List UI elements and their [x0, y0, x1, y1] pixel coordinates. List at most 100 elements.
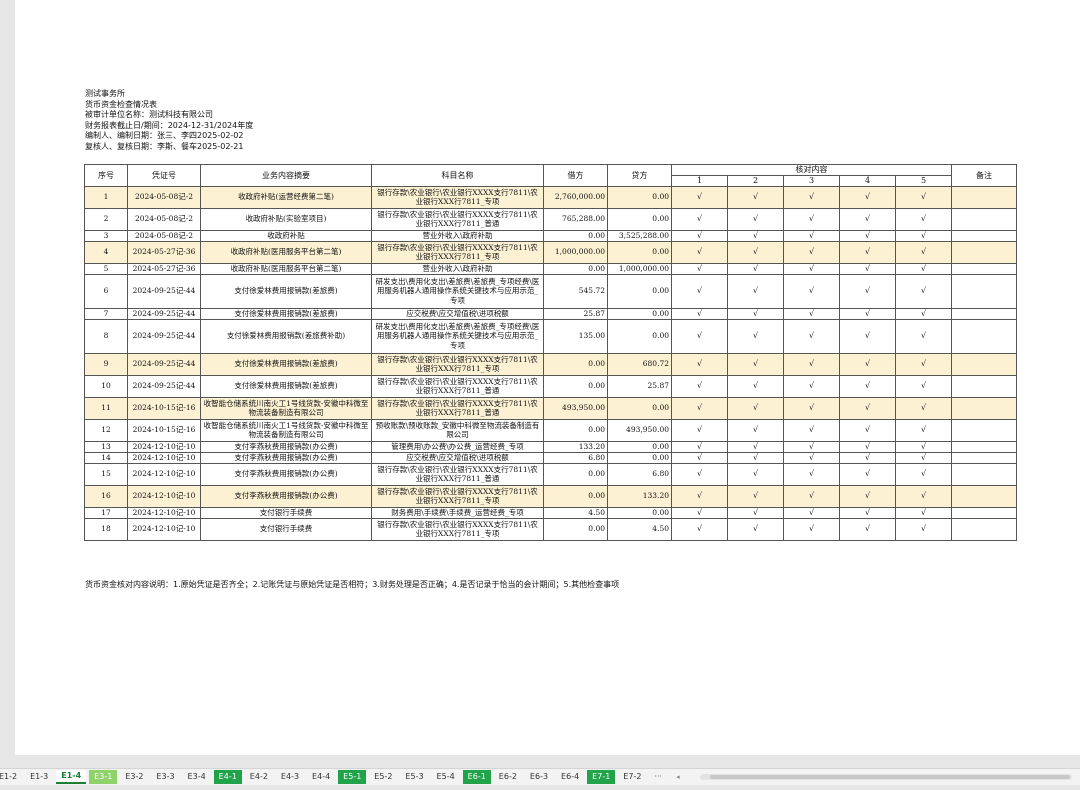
sheet-tab[interactable]: E3-4 — [183, 770, 211, 784]
row-summary: 支付李燕秋费用报销款(办公费) — [200, 484, 372, 508]
prepared-by: 编制人、编制日期：张三、李四2025-02-02 — [85, 131, 244, 141]
check-mark-cell: √ — [727, 273, 784, 309]
check-mark-cell: √ — [727, 517, 784, 541]
row-debit: 4.50 — [543, 506, 608, 519]
row-summary: 支付李燕秋费用报销款(办公费) — [200, 462, 372, 486]
check-mark-cell: √ — [839, 484, 896, 508]
row-voucher: 2024-09-25记-44 — [127, 307, 201, 320]
check-mark-cell: √ — [671, 262, 728, 275]
row-remark — [951, 207, 1018, 231]
row-summary: 收政府补贴(运营经费第二笔) — [200, 185, 372, 209]
scrollbar-thumb[interactable] — [709, 775, 1070, 779]
header-remark: 备注 — [951, 164, 1018, 187]
sheet-tab[interactable]: E1-3 — [25, 770, 53, 784]
sheet-tab[interactable]: E3-2 — [120, 770, 148, 784]
sheet-tab[interactable]: E7-2 — [618, 770, 646, 784]
sheet-tab[interactable]: E1-4 — [56, 770, 87, 784]
check-mark-cell: √ — [727, 229, 784, 242]
check-mark-cell: √ — [839, 307, 896, 320]
check-mark-cell: √ — [839, 440, 896, 453]
row-credit: 4.50 — [607, 517, 672, 541]
sheet-tab[interactable]: E4-4 — [307, 770, 335, 784]
sheet-tab[interactable]: E7-1 — [587, 770, 616, 784]
row-remark — [951, 352, 1018, 376]
check-mark-cell: √ — [839, 273, 896, 309]
check-mark-cell: √ — [727, 240, 784, 264]
row-voucher: 2024-09-25记-44 — [127, 273, 201, 309]
row-credit: 6.80 — [607, 462, 672, 486]
sheet-tab[interactable]: E6-1 — [462, 770, 491, 784]
check-mark-cell: √ — [727, 462, 784, 486]
row-voucher: 2024-09-25记-44 — [127, 374, 201, 398]
row-debit: 6.80 — [543, 451, 608, 464]
sheet-tab[interactable]: E3-1 — [89, 770, 118, 784]
row-seq: 18 — [84, 517, 128, 541]
check-mark-cell: √ — [727, 374, 784, 398]
sheet-tab[interactable]: E3-3 — [151, 770, 179, 784]
sheet-tab[interactable]: E4-3 — [276, 770, 304, 784]
sheet-tab[interactable]: E5-2 — [369, 770, 397, 784]
check-mark-cell: √ — [671, 185, 728, 209]
row-seq: 10 — [84, 374, 128, 398]
more-tabs-button[interactable]: ··· — [649, 770, 667, 784]
sheet-tab[interactable]: E5-3 — [400, 770, 428, 784]
check-mark-cell: √ — [839, 451, 896, 464]
check-mark-cell: √ — [671, 451, 728, 464]
row-remark — [951, 418, 1018, 442]
row-account: 银行存款\农业银行\农业银行XXXX支行7811\农业银行XXX行7811_普通 — [371, 207, 544, 231]
row-remark — [951, 517, 1018, 541]
row-account: 银行存款\农业银行\农业银行XXXX支行7811\农业银行XXX行7811_普通 — [371, 374, 544, 398]
row-voucher: 2024-05-08记-2 — [127, 207, 201, 231]
row-remark — [951, 240, 1018, 264]
row-credit: 0.00 — [607, 307, 672, 320]
check-mark-cell: √ — [839, 185, 896, 209]
sheet-tab[interactable]: E5-1 — [338, 770, 367, 784]
sheet-tab[interactable]: E6-3 — [525, 770, 553, 784]
check-mark-cell: √ — [727, 352, 784, 376]
table-row: 12 2024-10-15记-16 收智能仓储系统川南火工1号线货款-安徽中科微至物… — [84, 418, 1018, 442]
row-summary: 收政府补贴(实验室项目) — [200, 207, 372, 231]
horizontal-scrollbar[interactable] — [699, 774, 1072, 780]
sheet-tab[interactable]: E4-2 — [245, 770, 273, 784]
table-row: 17 2024-12-10记-10 支付银行手续费 财务费用\手续费\手续费_运营经费… — [84, 506, 1018, 519]
check-mark-cell: √ — [894, 262, 953, 275]
check-mark-cell: √ — [894, 240, 953, 264]
row-debit: 0.00 — [543, 462, 608, 486]
check-mark-cell: √ — [894, 185, 953, 209]
row-remark — [951, 185, 1018, 209]
check-mark-cell: √ — [839, 396, 896, 420]
row-account: 研发支出\费用化支出\差旅费\差旅费_专项经费\医用服务机器人通用操作系统关键技… — [371, 273, 544, 309]
sheet-tab[interactable]: E6-4 — [556, 770, 584, 784]
sheet-tab[interactable]: E1-2 — [0, 770, 22, 784]
scroll-left-icon[interactable]: ◂ — [676, 773, 680, 781]
row-seq: 5 — [84, 262, 128, 275]
row-debit: 765,288.00 — [543, 207, 608, 231]
sheet-tab[interactable]: E6-2 — [494, 770, 522, 784]
row-summary: 支付徐爱林费用报销款(差旅费补助) — [200, 318, 372, 354]
sheet-tab[interactable]: E4-1 — [213, 770, 242, 784]
sheet-tab[interactable]: E5-4 — [432, 770, 460, 784]
row-seq: 12 — [84, 418, 128, 442]
row-summary: 支付李燕秋费用报销款(办公费) — [200, 451, 372, 464]
sheet-tabs: E1-2 E1-3 E1-4 E3-1 E3-2 E3-3 E3-4 E4-1 E4-2 E4-3… — [0, 770, 649, 784]
check-mark-cell: √ — [894, 207, 953, 231]
row-account: 银行存款\农业银行\农业银行XXXX支行7811\农业银行XXX行7811_专项 — [371, 240, 544, 264]
report-title: 货币资金检查情况表 — [85, 99, 157, 109]
row-debit: 0.00 — [543, 418, 608, 442]
row-seq: 14 — [84, 451, 128, 464]
check-mark-cell: √ — [894, 229, 953, 242]
row-credit: 0.00 — [607, 207, 672, 231]
row-debit: 135.00 — [543, 318, 608, 354]
check-mark-cell: √ — [671, 318, 728, 354]
header-check-4: 4 — [839, 175, 896, 187]
row-summary: 支付银行手续费 — [200, 506, 372, 519]
row-voucher: 2024-10-15记-16 — [127, 396, 201, 420]
row-debit: 1,000,000.00 — [543, 240, 608, 264]
check-mark-cell: √ — [727, 418, 784, 442]
row-summary: 收政府补贴(医用服务平台第二笔) — [200, 262, 372, 275]
row-voucher: 2024-05-27记-36 — [127, 240, 201, 264]
header-account: 科目名称 — [371, 164, 544, 187]
row-seq: 6 — [84, 273, 128, 309]
row-account: 管理费用\办公费\办公费_运营经费_专项 — [371, 440, 544, 453]
row-credit: 493,950.00 — [607, 418, 672, 442]
